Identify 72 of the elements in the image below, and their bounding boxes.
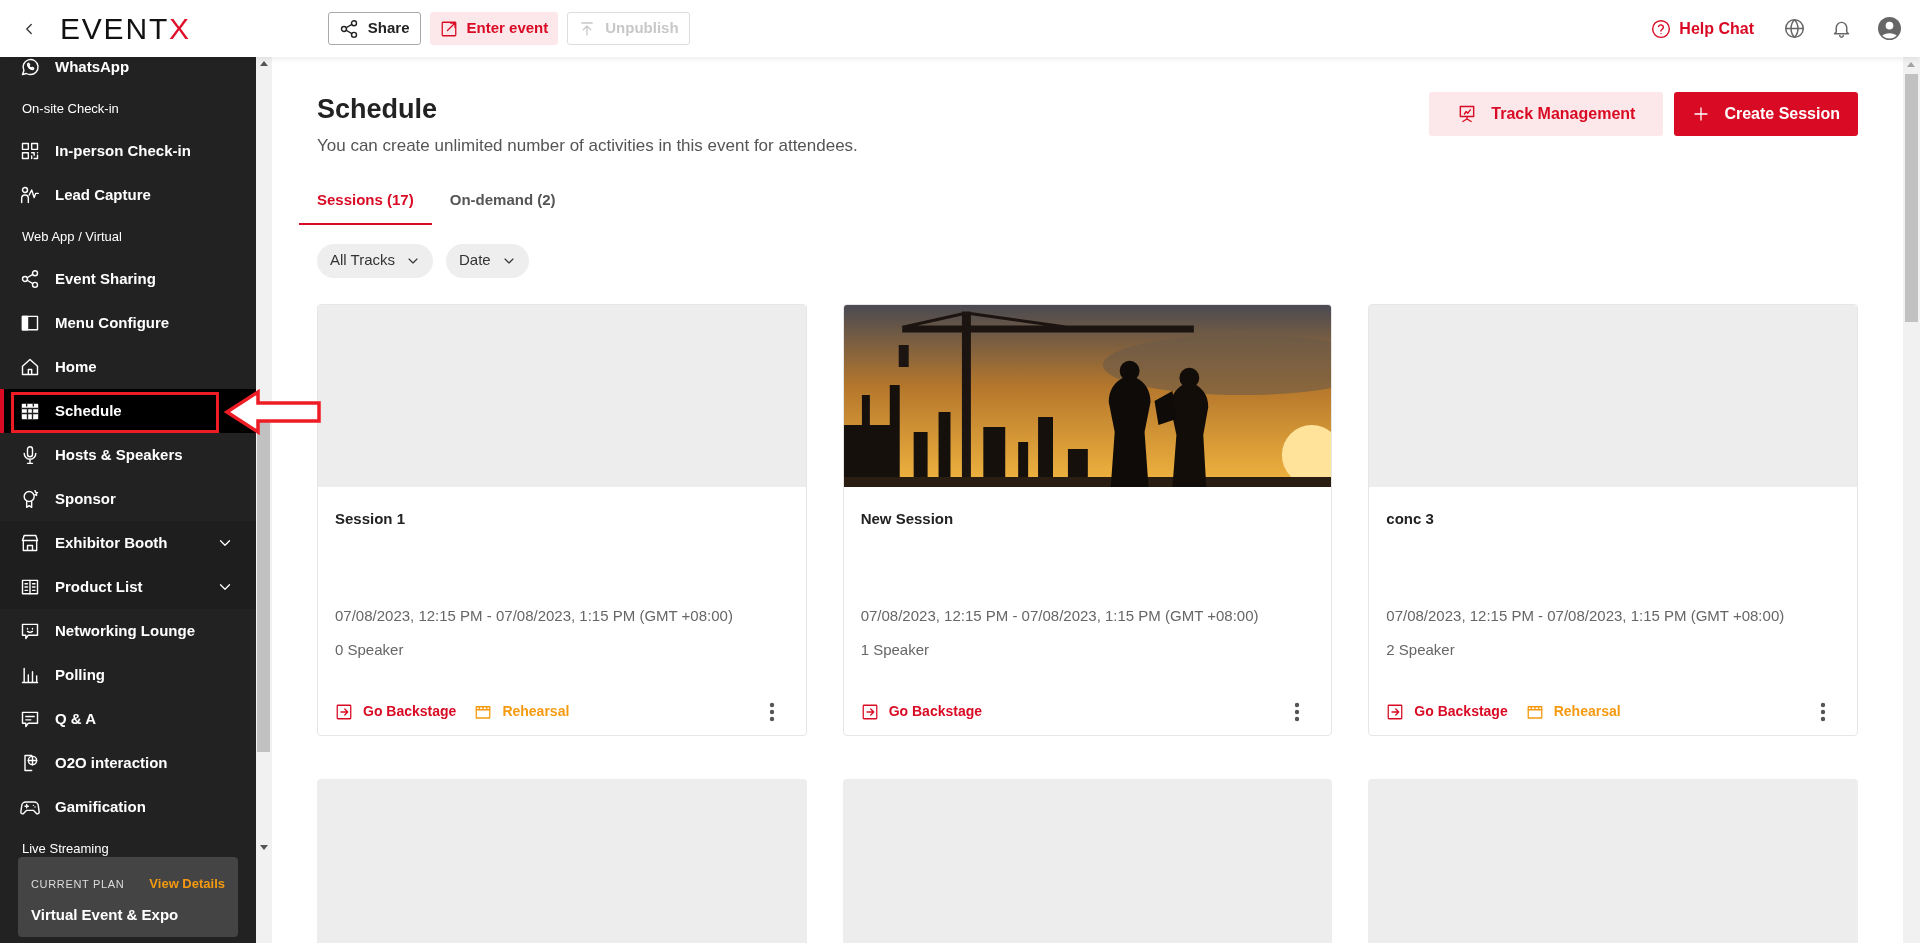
plan-caption: CURRENT PLAN [31,876,125,892]
qr-code-icon [20,141,40,161]
help-chat-button[interactable]: Help Chat [1651,16,1754,41]
enter-event-button[interactable]: Enter event [429,12,559,45]
whatsapp-icon [20,57,40,77]
sidebar-item[interactable]: WhatsApp [0,57,256,89]
calendar-icon [20,401,40,421]
session-time: 07/08/2023, 12:15 PM - 07/08/2023, 1:15 PM (GMT +08:00) [860,606,1260,626]
go-backstage-button[interactable]: Go Backstage [860,701,983,722]
more-icon[interactable] [1820,701,1826,722]
panel-icon [20,313,40,333]
sidebar-item[interactable]: Product List [0,565,256,609]
sidebar-item[interactable]: Exhibitor Booth [0,521,256,565]
enter-icon [860,702,879,721]
sidebar-item[interactable]: Lead Capture [0,173,256,217]
tab[interactable]: Sessions (17) [299,178,432,225]
storefront-icon [20,533,40,553]
help-icon [1651,18,1672,39]
session-title: Session 1 [335,508,407,529]
enter-icon [1386,702,1405,721]
sidebar-item[interactable]: Gamification [0,785,256,829]
go-backstage-button[interactable]: Go Backstage [1386,701,1508,722]
share-icon [20,269,40,289]
person-activity-icon [20,185,40,205]
logo: EVENTX [60,13,191,44]
sidebar-item[interactable]: Event Sharing [0,257,256,301]
view-details-link[interactable]: View Details [149,874,225,894]
sidebar-item[interactable]: Sponsor [0,477,256,521]
sidebar-item[interactable]: Q & A [0,697,256,741]
avatar-icon[interactable] [1878,17,1901,40]
sidebar-item[interactable]: Hosts & Speakers [0,433,256,477]
enter-icon [335,702,353,721]
globe-icon[interactable] [1784,18,1805,39]
session-time: 07/08/2023, 12:15 PM - 07/08/2023, 1:15 PM (GMT +08:00) [1386,606,1786,626]
more-icon[interactable] [1294,701,1301,722]
ribbon-award-icon [20,489,40,509]
filter-dropdown[interactable]: Date [446,243,529,278]
plan-name: Virtual Event & Expo [31,904,180,925]
speaker-count: 0 Speaker [335,639,405,660]
external-link-icon [439,19,458,38]
go-backstage-button[interactable]: Go Backstage [335,701,457,722]
page-title: Schedule [317,93,439,126]
scrollbar[interactable] [1903,57,1920,943]
sidebar-item[interactable]: Menu Configure [0,301,256,345]
chat-icon [20,709,40,729]
sidebar-item[interactable]: Networking Lounge [0,609,256,653]
filter-dropdown[interactable]: All Tracks [317,243,433,278]
home-icon [20,357,40,377]
sidebar-item[interactable]: Polling [0,653,256,697]
page-subtitle: You can create unlimited number of activities in this event for attendees. [317,135,858,157]
section-label: On-site Check-in [21,100,120,119]
list-icon [20,577,40,597]
track-management-button[interactable]: Track Management [1429,92,1664,136]
section-label: Live Streaming [21,840,110,859]
scrollbar[interactable] [256,57,272,943]
sidebar-item[interactable]: In-person Check-in [0,129,256,173]
session-title: conc 3 [1386,508,1435,529]
session-time: 07/08/2023, 12:15 PM - 07/08/2023, 1:15 PM (GMT +08:00) [335,606,734,626]
session-title: New Session [860,508,955,529]
tab[interactable]: On-demand (2) [431,178,574,225]
section-label: Web App / Virtual [21,228,123,247]
sidebar-item[interactable]: O2O interaction [0,741,256,785]
more-icon[interactable] [768,701,775,722]
create-session-button[interactable]: Create Session [1674,92,1858,136]
speaker-count: 2 Speaker [1386,639,1456,660]
share-button[interactable]: Share [327,12,421,45]
sidebar-item[interactable]: Home [0,345,256,389]
sidebar-item[interactable]: Schedule [0,389,256,433]
speaker-count: 1 Speaker [860,639,931,660]
share-icon [338,18,359,39]
bar-chart-icon [20,665,40,685]
chat-smile-icon [20,621,40,641]
